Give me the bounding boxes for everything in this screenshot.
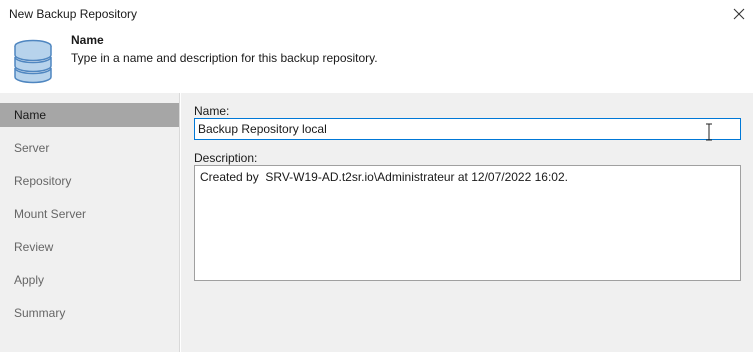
step-title: Name	[71, 33, 104, 47]
name-input[interactable]	[194, 118, 741, 140]
wizard-content: Name: Description: Created by SRV-W19-AD…	[181, 93, 753, 352]
title-bar: New Backup Repository	[0, 0, 753, 28]
sidebar-item-review[interactable]: Review	[0, 235, 179, 259]
step-description: Type in a name and description for this …	[71, 51, 378, 65]
sidebar-item-label: Summary	[14, 306, 66, 320]
sidebar-item-label: Mount Server	[14, 207, 87, 221]
window-title: New Backup Repository	[9, 7, 138, 21]
name-label: Name:	[194, 104, 230, 118]
sidebar-item-server[interactable]: Server	[0, 136, 179, 160]
sidebar-item-label: Apply	[14, 273, 45, 287]
close-icon[interactable]	[729, 4, 749, 24]
sidebar-item-mount-server[interactable]: Mount Server	[0, 202, 179, 226]
sidebar-item-name[interactable]: Name	[0, 103, 179, 127]
description-textarea[interactable]: Created by SRV-W19-AD.t2sr.io\Administra…	[194, 165, 741, 281]
sidebar-item-label: Review	[14, 240, 54, 254]
description-label: Description:	[194, 151, 258, 165]
sidebar-item-label: Repository	[14, 174, 72, 188]
sidebar-item-summary[interactable]: Summary	[0, 301, 179, 325]
sidebar-item-repository[interactable]: Repository	[0, 169, 179, 193]
sidebar-item-label: Server	[14, 141, 50, 155]
wizard-steps-sidebar: Name Server Repository Mount Server Revi…	[0, 93, 180, 352]
sidebar-item-apply[interactable]: Apply	[0, 268, 179, 292]
database-icon	[14, 39, 52, 84]
sidebar-item-label: Name	[14, 108, 47, 122]
wizard-header: Name Type in a name and description for …	[0, 28, 753, 93]
text-cursor-icon	[706, 123, 712, 141]
description-text: Created by SRV-W19-AD.t2sr.io\Administra…	[200, 170, 568, 184]
